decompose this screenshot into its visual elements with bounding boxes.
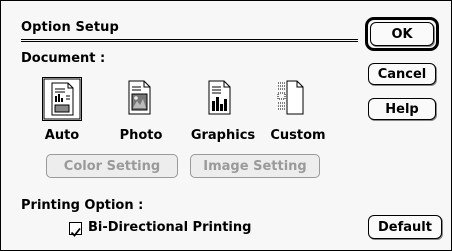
auto-doc-icon[interactable]: [42, 77, 82, 121]
dialog-title: Option Setup: [21, 20, 119, 35]
image-setting-button[interactable]: Image Setting: [190, 154, 320, 178]
checkmark-icon: [70, 227, 81, 237]
help-button[interactable]: Help: [368, 98, 436, 120]
doc-type-label-photo[interactable]: Photo: [113, 128, 169, 143]
ok-button[interactable]: OK: [370, 22, 434, 46]
bidirectional-label[interactable]: Bi-Directional Printing: [88, 220, 251, 235]
title-divider: [21, 39, 358, 42]
custom-doc-icon[interactable]: [277, 79, 305, 117]
doc-type-label-graphics[interactable]: Graphics: [184, 128, 262, 143]
bidirectional-checkbox[interactable]: [69, 222, 82, 237]
default-button[interactable]: Default: [368, 215, 442, 239]
doc-type-label-auto[interactable]: Auto: [37, 128, 87, 143]
doc-type-label-custom[interactable]: Custom: [263, 128, 333, 143]
color-setting-button[interactable]: Color Setting: [46, 154, 178, 178]
photo-doc-icon[interactable]: [127, 79, 153, 117]
cancel-button[interactable]: Cancel: [368, 63, 436, 85]
graphics-doc-icon[interactable]: [207, 79, 233, 117]
document-section-label: Document :: [21, 51, 106, 66]
printing-option-label: Printing Option :: [21, 198, 144, 213]
option-setup-dialog: Option Setup OK Cancel Help Document : A…: [0, 0, 452, 251]
